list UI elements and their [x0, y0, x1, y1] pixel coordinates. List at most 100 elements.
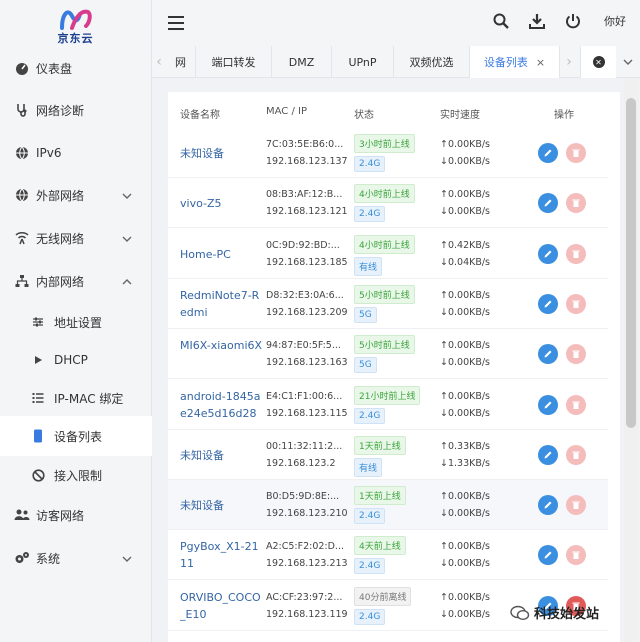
row-actions — [538, 293, 586, 314]
row-actions — [538, 444, 586, 465]
edit-button[interactable] — [538, 495, 558, 516]
download-speed: ↓0.00KB/s — [440, 508, 491, 520]
edit-button[interactable] — [538, 293, 558, 314]
tab-scroll-right-icon[interactable]: › — [562, 46, 576, 78]
mac-ip-cell: D8:32:E3:0A:6... 192.168.123.209 — [266, 287, 348, 321]
mac-ip-cell: A2:C5:F2:02:D... 192.168.123.213 — [266, 538, 348, 572]
scrollbar-thumb[interactable] — [626, 98, 636, 428]
sidebar-item-address-settings[interactable]: 地址设置 — [0, 302, 152, 342]
delete-button[interactable] — [566, 444, 586, 465]
trash-icon — [572, 451, 580, 459]
sidebar-item-device-list[interactable]: 设备列表 — [0, 416, 152, 456]
power-icon[interactable] — [564, 12, 582, 30]
tab-port-forwarding[interactable]: 端口转发 — [196, 46, 272, 78]
tab-dual-band[interactable]: 双频优选 — [394, 46, 470, 78]
mac-address: 0C:9D:92:BD:... — [266, 239, 340, 251]
delete-button[interactable] — [566, 344, 586, 365]
delete-button[interactable] — [566, 193, 586, 214]
tab-device-list[interactable]: 设备列表 × — [470, 46, 560, 78]
tab-upnp[interactable]: UPnP — [332, 46, 394, 78]
search-icon[interactable] — [492, 12, 510, 30]
sidebar-item-access-restriction[interactable]: 接入限制 — [0, 455, 152, 495]
upload-speed: ↑0.00KB/s — [440, 491, 491, 503]
device-name-link[interactable]: RedmiNote7-Redmi — [180, 287, 264, 321]
pencil-icon — [544, 199, 552, 207]
upload-speed: ↑0.00KB/s — [440, 541, 491, 553]
status-cell: 1天前上线 2.4G — [354, 486, 406, 527]
device-name-link[interactable]: vivo-Z5 — [180, 195, 264, 212]
speed-cell: ↑0.00KB/s ↓0.00KB/s — [440, 538, 490, 572]
chevron-up-icon — [122, 275, 132, 289]
device-name-link[interactable]: PgyBox_X1-2111 — [180, 538, 264, 572]
pencil-icon — [544, 401, 552, 408]
mac-address: 7C:03:5E:B6:0... — [266, 139, 344, 150]
tab-dmz[interactable]: DMZ — [272, 46, 332, 78]
ip-address: 192.168.123.119 — [266, 608, 348, 620]
row-actions — [538, 193, 586, 214]
device-name-link[interactable]: ORVIBO_COCO_E10 — [180, 589, 264, 623]
close-icon[interactable]: × — [536, 56, 545, 69]
user-greeting[interactable]: 你好 — [604, 13, 626, 29]
network-icon — [14, 273, 30, 289]
band-badge: 有线 — [354, 256, 383, 276]
sidebar-item-label: DHCP — [54, 353, 88, 367]
tab-label: UPnP — [348, 55, 377, 69]
device-name-link[interactable]: 未知设备 — [180, 145, 264, 162]
delete-button[interactable] — [566, 394, 586, 415]
speed-cell: ↑0.00KB/s ↓0.00KB/s — [440, 186, 490, 220]
pencil-icon — [544, 149, 552, 157]
upload-speed: ↑0.00KB/s — [440, 189, 491, 201]
device-name-link[interactable]: MI6X-xiaomi6X — [180, 337, 264, 354]
speed-cell: ↑0.00KB/s ↓0.00KB/s — [440, 388, 490, 422]
delete-button[interactable] — [566, 495, 586, 516]
menu-toggle-icon[interactable] — [168, 16, 184, 30]
band-badge: 2.4G — [354, 558, 386, 575]
mac-ip-cell: 94:87:E0:5F:5... 192.168.123.163 — [266, 337, 348, 371]
sidebar-item-internal-network[interactable]: 内部网络 — [0, 261, 152, 301]
device-name-link[interactable]: android-1845ae24e5d16d28 — [180, 388, 264, 422]
device-name-link[interactable]: 未知设备 — [180, 447, 264, 464]
device-name-link[interactable]: 未知设备 — [180, 497, 264, 514]
sidebar-item-system[interactable]: 系统 — [0, 538, 152, 578]
sidebar-item-label: 地址设置 — [54, 315, 103, 330]
edit-button[interactable] — [538, 344, 558, 365]
delete-button[interactable] — [566, 545, 586, 566]
sidebar-item-label: 网络诊断 — [36, 103, 85, 118]
edit-button[interactable] — [538, 394, 558, 415]
delete-button[interactable] — [566, 143, 586, 163]
edit-button[interactable] — [538, 143, 558, 163]
sidebar-item-ip-mac-binding[interactable]: IP-MAC 绑定 — [0, 378, 152, 418]
delete-button[interactable] — [566, 293, 586, 314]
device-name-link[interactable]: Home-PC — [180, 246, 264, 263]
tab-dropdown-icon[interactable] — [616, 46, 640, 78]
sidebar-item-diagnosis[interactable]: 网络诊断 — [0, 90, 152, 130]
pencil-icon — [544, 451, 552, 459]
download-icon[interactable] — [528, 12, 546, 30]
sidebar-item-wireless[interactable]: 无线网络 — [0, 218, 152, 258]
scrollbar[interactable] — [624, 78, 638, 642]
download-speed: ↓0.00KB/s — [440, 306, 491, 318]
sidebar-item-external-network[interactable]: 外部网络 — [0, 175, 152, 215]
ip-address: 192.168.123.2 — [266, 457, 336, 469]
tab-scroll-left-icon[interactable]: ‹ — [152, 46, 166, 78]
status-cell: 21小时前上线 2.4G — [354, 385, 421, 427]
band-badge: 5G — [354, 306, 377, 323]
trash-icon — [572, 551, 580, 560]
edit-button[interactable] — [538, 243, 558, 264]
edit-button[interactable] — [538, 193, 558, 214]
sidebar-item-dhcp[interactable]: DHCP — [0, 340, 152, 380]
download-speed: ↓0.04KB/s — [440, 256, 491, 268]
sidebar-item-ipv6[interactable]: IPv6 — [0, 133, 152, 173]
table-row: MI6X-xiaomi6X 94:87:E0:5F:5... 192.168.123… — [168, 329, 608, 380]
table-row: vivo-Z5 08:B3:AF:12:B... 192.168.123.121 4小… — [168, 178, 608, 229]
close-all-tabs-button[interactable]: ✕ — [580, 46, 616, 78]
upload-speed: ↑0.00KB/s — [440, 289, 491, 301]
tab-label: DMZ — [288, 55, 315, 69]
sidebar-item-guest-network[interactable]: 访客网络 — [0, 495, 152, 535]
edit-button[interactable] — [538, 444, 558, 465]
delete-button[interactable] — [566, 243, 586, 264]
sidebar-item-dashboard[interactable]: 仪表盘 — [0, 48, 152, 88]
edit-button[interactable] — [538, 545, 558, 566]
tab-network-truncated[interactable]: 网 — [166, 46, 196, 78]
gears-icon — [14, 550, 30, 566]
